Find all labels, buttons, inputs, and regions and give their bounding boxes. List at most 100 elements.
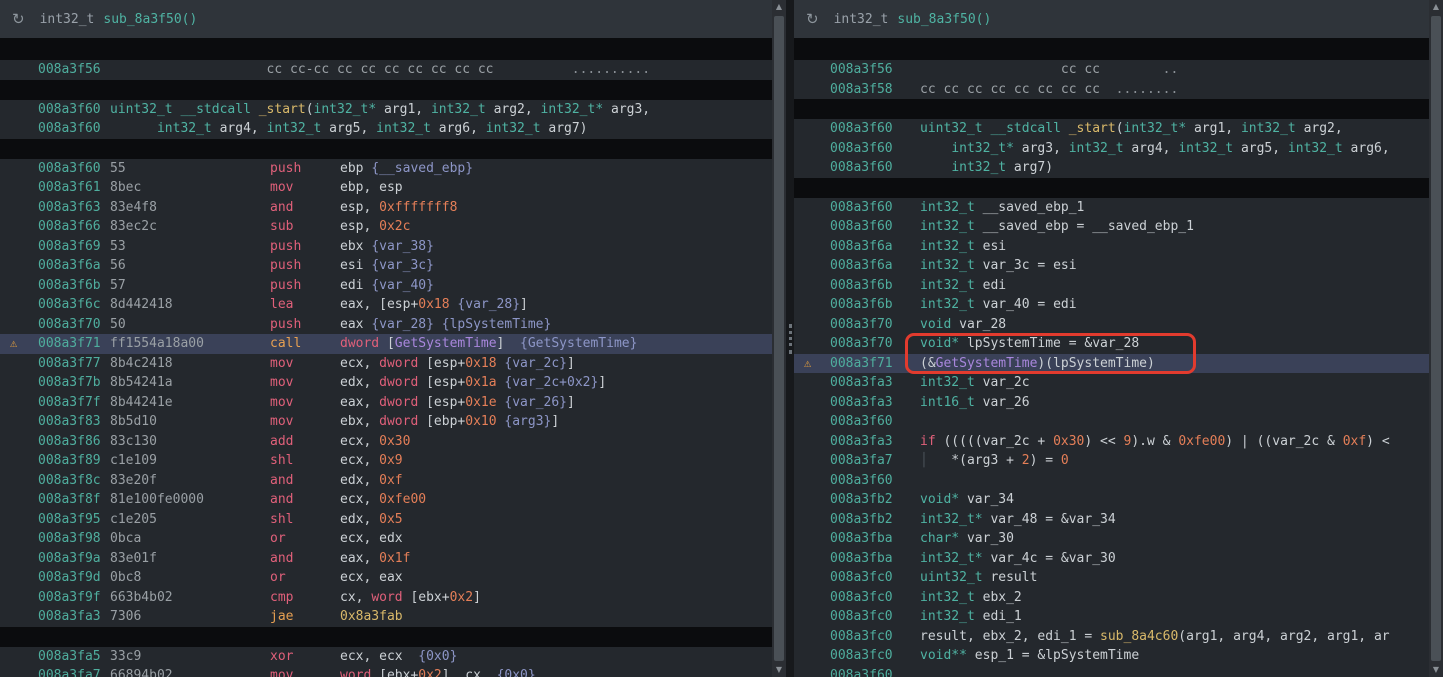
token-annotation[interactable]: {__saved_ebp}: [371, 161, 473, 176]
code-row[interactable]: 008a3fc0void** esp_1 = &lpSystemTime: [794, 646, 1429, 666]
token-type[interactable]: int32_t: [1069, 141, 1124, 156]
token-text[interactable]: ebx,: [340, 414, 379, 429]
token-type[interactable]: int32_t: [1178, 141, 1233, 156]
token-text[interactable]: ]: [551, 414, 559, 429]
address[interactable]: 008a3f7b: [38, 373, 110, 393]
token-type[interactable]: int32_t: [431, 102, 486, 117]
disasm-row[interactable]: 008a3fa766894b02movword [ebx+0x2], cx {0…: [0, 666, 772, 677]
token-text[interactable]: [esp+: [418, 375, 465, 390]
token-type[interactable]: int32_t: [1288, 141, 1343, 156]
token-text[interactable]: result: [983, 570, 1038, 585]
token-keyword[interactable]: dword: [340, 336, 379, 351]
token-text[interactable]: ecx,: [340, 434, 379, 449]
token-type[interactable]: char*: [920, 531, 959, 546]
token-type[interactable]: int32_t: [920, 200, 975, 215]
token-keyword[interactable]: if: [920, 434, 936, 449]
address[interactable]: 008a3f66: [38, 217, 110, 237]
right-scrollbar-thumb[interactable]: [1431, 16, 1441, 661]
token-text[interactable]: [: [379, 336, 395, 351]
token-text[interactable]: eax,: [340, 551, 379, 566]
token-text[interactable]: result, ebx_2, edi_1 =: [920, 629, 1100, 644]
address[interactable]: 008a3f6a: [38, 256, 110, 276]
right-scrollbar[interactable]: ▲ ▼: [1429, 0, 1443, 677]
disasm-row[interactable]: 008a3f6683ec2csubesp, 0x2c: [0, 217, 772, 237]
token-type[interactable]: int32_t: [920, 375, 975, 390]
token-bytes[interactable]: cc cc-cc cc cc cc cc cc cc cc: [110, 62, 494, 77]
token-text[interactable]: var_4c = &var_30: [983, 551, 1116, 566]
code-row[interactable]: 008a3f60uint32_t __stdcall _start(int32_…: [0, 100, 772, 120]
address[interactable]: 008a3f69: [38, 237, 110, 257]
code-row[interactable]: 008a3fa3if (((((var_2c + 0x30) << 9).w &…: [794, 432, 1429, 452]
disasm-row[interactable]: 008a3fa37306jae0x8a3fab: [0, 607, 772, 627]
token-text[interactable]: arg7): [1006, 160, 1053, 175]
token-number[interactable]: 0x18: [465, 356, 496, 371]
disasm-row[interactable]: 008a3f9d0bc8orecx, eax: [0, 568, 772, 588]
disasm-row[interactable]: 008a3f89c1e109shlecx, 0x9: [0, 451, 772, 471]
token-text[interactable]: ]: [567, 395, 575, 410]
token-text[interactable]: edx,: [340, 512, 379, 527]
token-number[interactable]: 0xf: [379, 473, 402, 488]
token-text[interactable]: var_26: [975, 395, 1030, 410]
scroll-up-icon[interactable]: ▲: [1433, 0, 1439, 14]
address[interactable]: 008a3fc0: [830, 646, 894, 666]
address[interactable]: 008a3f60: [830, 217, 894, 237]
code-row[interactable]: 008a3fbachar* var_30: [794, 529, 1429, 549]
token-text[interactable]: *(arg3 +: [928, 453, 1022, 468]
disasm-row[interactable]: 008a3f9f663b4b02cmpcx, word [ebx+0x2]: [0, 588, 772, 608]
token-text[interactable]: ecx,: [340, 356, 379, 371]
token-number[interactable]: 0x5: [379, 512, 402, 527]
token-text[interactable]: ecx, eax: [340, 570, 403, 585]
mnemonic[interactable]: lea: [270, 295, 340, 315]
token-text[interactable]: [ebp+: [418, 414, 465, 429]
token-number[interactable]: 0xfe00: [379, 492, 426, 507]
token-import[interactable]: GetSystemTime: [936, 356, 1038, 371]
address[interactable]: 008a3f9a: [38, 549, 110, 569]
disasm-row[interactable]: 008a3fa533c9xorecx, ecx {0x0}: [0, 647, 772, 667]
mnemonic[interactable]: and: [270, 490, 340, 510]
code-row[interactable]: 008a3f60: [794, 471, 1429, 491]
mnemonic[interactable]: or: [270, 529, 340, 549]
mnemonic[interactable]: push: [270, 237, 340, 257]
address[interactable]: 008a3f60: [38, 119, 110, 139]
token-text[interactable]: ) <<: [1084, 434, 1123, 449]
token-text[interactable]: ) | ((var_2c &: [1225, 434, 1342, 449]
token-type[interactable]: int32_t: [1241, 121, 1296, 136]
code-row[interactable]: 008a3fa3int16_t var_26: [794, 393, 1429, 413]
token-text[interactable]: (: [306, 102, 314, 117]
mnemonic[interactable]: shl: [270, 510, 340, 530]
token-keyword[interactable]: dword: [379, 395, 418, 410]
token-keyword[interactable]: dword: [379, 375, 418, 390]
code-row[interactable]: 008a3f6bint32_t var_40 = edi: [794, 295, 1429, 315]
token-type[interactable]: int32_t*: [920, 512, 983, 527]
address[interactable]: 008a3fc0: [830, 588, 894, 608]
token-text[interactable]: [ebx+: [403, 590, 450, 605]
token-annotation[interactable]: {var_40}: [371, 278, 434, 293]
token-text[interactable]: var_40 = edi: [975, 297, 1077, 312]
token-number[interactable]: 0x30: [379, 434, 410, 449]
address[interactable]: 008a3f70: [38, 315, 110, 335]
code-row[interactable]: 008a3f70void* lpSystemTime = &var_28: [794, 334, 1429, 354]
token-text[interactable]: var_28: [951, 317, 1006, 332]
address[interactable]: 008a3f83: [38, 412, 110, 432]
token-text[interactable]: [ebx+: [371, 668, 418, 677]
token-number[interactable]: 0x1f: [379, 551, 410, 566]
address[interactable]: 008a3f60: [38, 100, 110, 120]
token-annotation[interactable]: {var_2c}: [504, 356, 567, 371]
code-row[interactable]: 008a3f60int32_t __saved_ebp = __saved_eb…: [794, 217, 1429, 237]
token-text[interactable]: edx,: [340, 375, 379, 390]
token-text[interactable]: (((((var_2c +: [936, 434, 1053, 449]
token-type[interactable]: void*: [920, 492, 959, 507]
token-function[interactable]: _start: [1069, 121, 1116, 136]
token-number[interactable]: 2: [1022, 453, 1030, 468]
token-annotation[interactable]: {var_2c+0x2}: [504, 375, 598, 390]
code-row[interactable]: ⚠008a3f71(&GetSystemTime)(lpSystemTime): [794, 354, 1429, 374]
token-number[interactable]: 0x1a: [465, 375, 496, 390]
code-row[interactable]: 008a3fbaint32_t* var_4c = &var_30: [794, 549, 1429, 569]
token-ascii[interactable]: ........: [1100, 82, 1178, 97]
code-row[interactable]: 008a3f56 cc cc ..: [794, 60, 1429, 80]
token-text[interactable]: edi: [340, 278, 371, 293]
token-annotation[interactable]: {GetSystemTime}: [520, 336, 637, 351]
address[interactable]: 008a3f86: [38, 432, 110, 452]
token-text[interactable]: (arg1, arg4, arg2, arg1, ar: [1178, 629, 1389, 644]
mnemonic[interactable]: mov: [270, 373, 340, 393]
